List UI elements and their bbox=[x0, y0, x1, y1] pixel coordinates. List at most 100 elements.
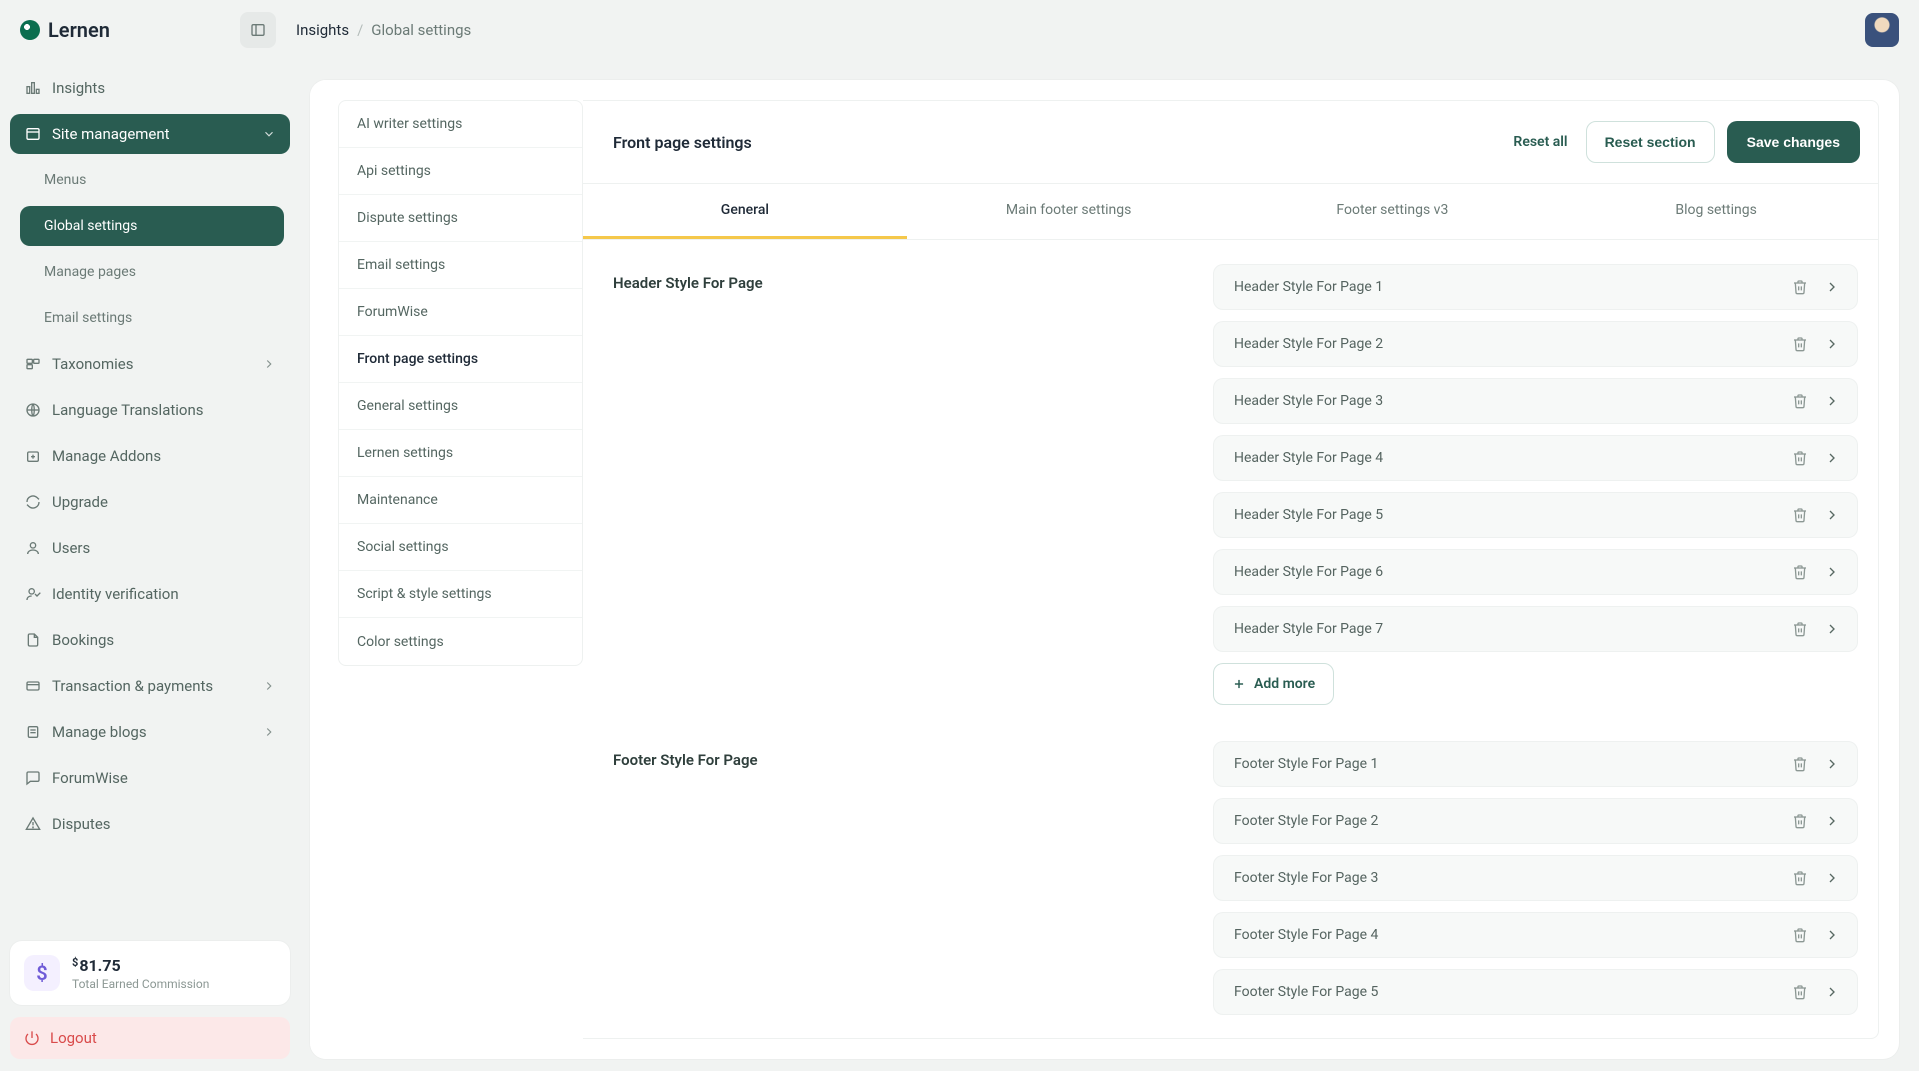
sidebar-item-site-management[interactable]: Site management bbox=[10, 114, 290, 154]
chevron-right-icon[interactable] bbox=[1819, 559, 1845, 585]
reset-all-button[interactable]: Reset all bbox=[1507, 126, 1573, 158]
sidebar-item-language[interactable]: Language Translations bbox=[10, 390, 290, 430]
tab[interactable]: Blog settings bbox=[1554, 184, 1878, 239]
chevron-right-icon[interactable] bbox=[1819, 865, 1845, 891]
add-more-button[interactable]: Add more bbox=[1213, 663, 1334, 705]
trash-icon[interactable] bbox=[1787, 922, 1813, 948]
chevron-right-icon[interactable] bbox=[1819, 751, 1845, 777]
sidebar-sub-manage-pages[interactable]: Manage pages bbox=[20, 252, 284, 292]
sidebar-item-taxonomies[interactable]: Taxonomies bbox=[10, 344, 290, 384]
list-item[interactable]: Footer Style For Page 5 bbox=[1213, 969, 1858, 1015]
settings-item[interactable]: Lernen settings bbox=[339, 430, 582, 477]
sidebar-item-label: Manage blogs bbox=[52, 723, 147, 741]
settings-item[interactable]: Api settings bbox=[339, 148, 582, 195]
chevron-right-icon[interactable] bbox=[1819, 388, 1845, 414]
trash-icon[interactable] bbox=[1787, 808, 1813, 834]
settings-item[interactable]: ForumWise bbox=[339, 289, 582, 336]
avatar[interactable] bbox=[1865, 13, 1899, 47]
list-item[interactable]: Footer Style For Page 4 bbox=[1213, 912, 1858, 958]
tab[interactable]: General bbox=[583, 184, 907, 239]
list-item[interactable]: Footer Style For Page 1 bbox=[1213, 741, 1858, 787]
tag-icon bbox=[24, 355, 42, 373]
list-item[interactable]: Header Style For Page 4 bbox=[1213, 435, 1858, 481]
list-item[interactable]: Footer Style For Page 3 bbox=[1213, 855, 1858, 901]
sidebar-item-upgrade[interactable]: Upgrade bbox=[10, 482, 290, 522]
sidebar-item-transactions[interactable]: Transaction & payments bbox=[10, 666, 290, 706]
sidebar-item-insights[interactable]: Insights bbox=[10, 68, 290, 108]
list-item[interactable]: Footer Style For Page 2 bbox=[1213, 798, 1858, 844]
card-icon bbox=[24, 677, 42, 695]
breadcrumb-current: Global settings bbox=[371, 21, 471, 39]
trash-icon[interactable] bbox=[1787, 979, 1813, 1005]
chevron-down-icon bbox=[262, 127, 276, 141]
settings-item[interactable]: Maintenance bbox=[339, 477, 582, 524]
plus-icon bbox=[1232, 677, 1246, 691]
settings-item[interactable]: Email settings bbox=[339, 242, 582, 289]
trash-icon[interactable] bbox=[1787, 274, 1813, 300]
sidebar-item-bookings[interactable]: Bookings bbox=[10, 620, 290, 660]
settings-item[interactable]: Front page settings bbox=[339, 336, 582, 383]
list-item-label: Header Style For Page 7 bbox=[1234, 621, 1383, 637]
list-item[interactable]: Header Style For Page 5 bbox=[1213, 492, 1858, 538]
chevron-right-icon[interactable] bbox=[1819, 331, 1845, 357]
trash-icon[interactable] bbox=[1787, 616, 1813, 642]
trash-icon[interactable] bbox=[1787, 331, 1813, 357]
trash-icon[interactable] bbox=[1787, 559, 1813, 585]
chevron-right-icon[interactable] bbox=[1819, 979, 1845, 1005]
sidebar-item-identity[interactable]: Identity verification bbox=[10, 574, 290, 614]
sidebar-item-forumwise[interactable]: ForumWise bbox=[10, 758, 290, 798]
chevron-right-icon[interactable] bbox=[1819, 274, 1845, 300]
sidebar-sub-global-settings[interactable]: Global settings bbox=[20, 206, 284, 246]
trash-icon[interactable] bbox=[1787, 502, 1813, 528]
sidebar-item-label: Menus bbox=[44, 172, 86, 188]
save-changes-button[interactable]: Save changes bbox=[1727, 121, 1860, 163]
dollar-icon: $ bbox=[24, 955, 60, 991]
sidebar-sub-email-settings[interactable]: Email settings bbox=[20, 298, 284, 338]
sidebar-item-disputes[interactable]: Disputes bbox=[10, 804, 290, 844]
sidebar-item-addons[interactable]: Manage Addons bbox=[10, 436, 290, 476]
sidebar-sub-menus[interactable]: Menus bbox=[20, 160, 284, 200]
sidebar-item-blogs[interactable]: Manage blogs bbox=[10, 712, 290, 752]
sidebar-item-label: Global settings bbox=[44, 218, 137, 234]
chevron-right-icon[interactable] bbox=[1819, 445, 1845, 471]
reset-section-button[interactable]: Reset section bbox=[1586, 121, 1715, 163]
list-item[interactable]: Header Style For Page 7 bbox=[1213, 606, 1858, 652]
sidebar-item-label: Site management bbox=[52, 125, 170, 143]
trash-icon[interactable] bbox=[1787, 445, 1813, 471]
sidebar-item-label: Manage pages bbox=[44, 264, 136, 280]
list-item[interactable]: Header Style For Page 3 bbox=[1213, 378, 1858, 424]
tab[interactable]: Footer settings v3 bbox=[1231, 184, 1555, 239]
list-item-label: Header Style For Page 5 bbox=[1234, 507, 1383, 523]
list-item[interactable]: Header Style For Page 2 bbox=[1213, 321, 1858, 367]
commission-card: $ $81.75 Total Earned Commission bbox=[10, 941, 290, 1005]
chevron-right-icon[interactable] bbox=[1819, 616, 1845, 642]
tab[interactable]: Main footer settings bbox=[907, 184, 1231, 239]
chevron-right-icon[interactable] bbox=[1819, 808, 1845, 834]
breadcrumb-root[interactable]: Insights bbox=[296, 21, 349, 39]
sidebar-item-label: ForumWise bbox=[52, 769, 128, 787]
trash-icon[interactable] bbox=[1787, 388, 1813, 414]
logo[interactable]: Lernen bbox=[20, 18, 190, 42]
settings-item[interactable]: General settings bbox=[339, 383, 582, 430]
user-check-icon bbox=[24, 585, 42, 603]
chevron-right-icon bbox=[262, 679, 276, 693]
list-item[interactable]: Header Style For Page 1 bbox=[1213, 264, 1858, 310]
settings-item[interactable]: Color settings bbox=[339, 618, 582, 665]
list-item-label: Header Style For Page 2 bbox=[1234, 336, 1383, 352]
sidebar-item-label: Users bbox=[52, 539, 90, 557]
chevron-right-icon[interactable] bbox=[1819, 502, 1845, 528]
settings-item[interactable]: Dispute settings bbox=[339, 195, 582, 242]
list-item[interactable]: Header Style For Page 6 bbox=[1213, 549, 1858, 595]
trash-icon[interactable] bbox=[1787, 865, 1813, 891]
settings-item[interactable]: Social settings bbox=[339, 524, 582, 571]
commission-label: Total Earned Commission bbox=[72, 977, 209, 991]
sidebar-collapse-button[interactable] bbox=[240, 12, 276, 48]
chevron-right-icon bbox=[262, 725, 276, 739]
settings-item[interactable]: AI writer settings bbox=[339, 101, 582, 148]
logout-label: Logout bbox=[50, 1029, 97, 1047]
trash-icon[interactable] bbox=[1787, 751, 1813, 777]
sidebar-item-users[interactable]: Users bbox=[10, 528, 290, 568]
settings-item[interactable]: Script & style settings bbox=[339, 571, 582, 618]
chevron-right-icon[interactable] bbox=[1819, 922, 1845, 948]
logout-button[interactable]: Logout bbox=[10, 1017, 290, 1059]
